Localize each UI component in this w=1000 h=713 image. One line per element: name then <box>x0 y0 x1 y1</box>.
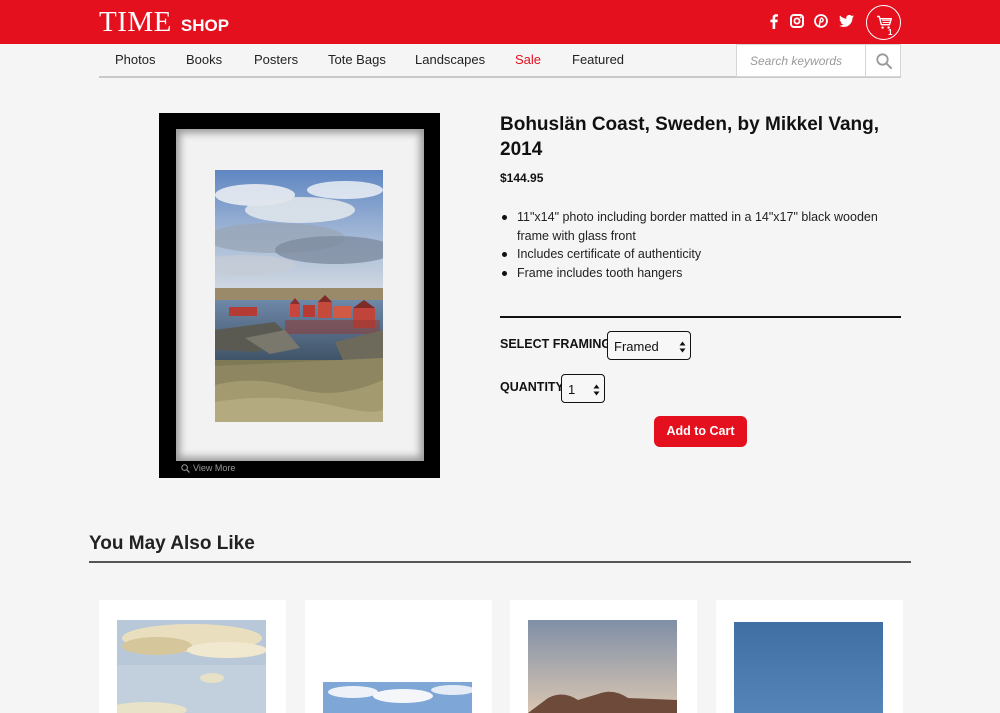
search-icon <box>876 53 892 69</box>
divider <box>500 316 901 318</box>
twitter-icon[interactable] <box>839 15 854 27</box>
related-product-card[interactable] <box>716 600 903 713</box>
cart-count: 1 <box>888 28 893 37</box>
nav-item-landscapes[interactable]: Landscapes <box>415 52 485 67</box>
top-bar: TIME SHOP 1 <box>0 0 1000 44</box>
nav-item-featured[interactable]: Featured <box>572 52 624 67</box>
search-button[interactable] <box>865 45 900 76</box>
cart-button[interactable]: 1 <box>866 5 901 40</box>
nav-item-books[interactable]: Books <box>186 52 222 67</box>
instagram-icon[interactable] <box>790 14 804 28</box>
photo-mat <box>176 129 424 461</box>
section-divider <box>89 561 911 563</box>
quantity-select[interactable]: 1 <box>561 374 605 403</box>
view-more-label: View More <box>193 463 236 473</box>
logo-shop: SHOP <box>180 16 230 35</box>
product-title: Bohuslän Coast, Sweden, by Mikkel Vang, … <box>500 114 880 160</box>
nav-item-photos[interactable]: Photos <box>115 52 155 67</box>
pinterest-icon[interactable] <box>814 14 828 28</box>
feature-item: 11"x14" photo including border matted in… <box>500 208 900 245</box>
related-product-image[interactable] <box>528 620 677 713</box>
quantity-label: QUANTITY <box>500 380 564 394</box>
magnify-icon <box>181 463 190 473</box>
related-product-image[interactable] <box>323 682 472 713</box>
search-box <box>736 44 901 77</box>
related-product-card[interactable] <box>510 600 697 713</box>
framing-label: SELECT FRAMING <box>500 337 612 351</box>
facebook-icon[interactable] <box>770 14 778 29</box>
view-more-link[interactable]: View More <box>181 463 235 473</box>
search-input[interactable] <box>737 45 865 76</box>
related-product-card[interactable] <box>99 600 286 713</box>
add-to-cart-button[interactable]: Add to Cart <box>654 416 747 447</box>
product-photo[interactable] <box>215 170 383 422</box>
related-product-image[interactable] <box>734 622 883 713</box>
feature-list: 11"x14" photo including border matted in… <box>500 208 900 282</box>
select-arrows-icon <box>593 384 600 396</box>
feature-item: Includes certificate of authenticity <box>500 245 900 264</box>
product-frame[interactable]: View More <box>159 113 440 478</box>
time-shop-logo[interactable]: TIME SHOP <box>99 8 229 40</box>
nav-item-sale[interactable]: Sale <box>515 52 541 67</box>
logo-time: TIME <box>99 6 172 38</box>
product-price: $144.95 <box>500 171 544 185</box>
related-product-card[interactable] <box>305 600 492 713</box>
feature-item: Frame includes tooth hangers <box>500 264 900 283</box>
nav-item-tote-bags[interactable]: Tote Bags <box>328 52 386 67</box>
quantity-value: 1 <box>568 382 576 397</box>
framing-value: Framed <box>614 339 659 354</box>
select-arrows-icon <box>679 341 686 353</box>
related-product-image[interactable] <box>117 620 266 713</box>
nav-item-posters[interactable]: Posters <box>254 52 298 67</box>
framing-select[interactable]: Framed <box>607 331 691 360</box>
related-title: You May Also Like <box>89 533 255 554</box>
